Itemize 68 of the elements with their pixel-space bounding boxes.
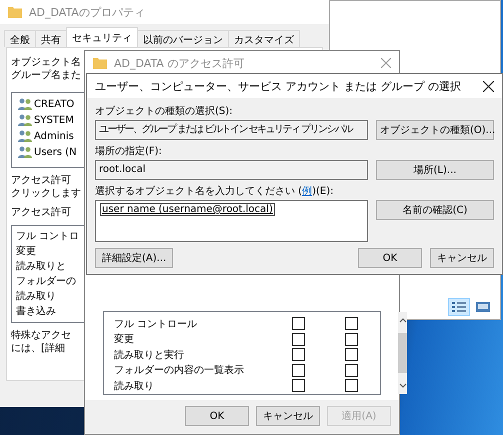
permission-name: 読み取りと実行 [114, 348, 185, 362]
permission-name: 変更 [114, 332, 135, 346]
deny-checkbox[interactable] [345, 332, 358, 346]
tab[interactable]: セキュリティ [66, 27, 138, 47]
deny-checkbox[interactable] [345, 348, 358, 362]
principal-name[interactable]: SYSTEM [34, 114, 74, 126]
allow-checkbox[interactable] [292, 348, 305, 362]
allow-checkbox[interactable] [292, 364, 305, 377]
field-label: 選択するオブジェクト名を入力してください (例)(E): [95, 184, 334, 198]
scroll-up-icon[interactable] [398, 317, 406, 323]
window-title: AD_DATA のアクセス許可 [114, 56, 244, 70]
deny-checkbox[interactable] [345, 317, 358, 330]
permission-name: フル コントロール [114, 318, 198, 331]
description-text: オブジェクト名 [11, 56, 81, 69]
user-group-icon [18, 98, 32, 110]
permission-name: フォルダーの [16, 275, 76, 289]
cancel-button[interactable]: キャンセル [430, 248, 494, 268]
permission-name: フル コントロ [16, 230, 80, 244]
footer-text: には、[詳細 [11, 342, 65, 355]
permissions-label: アクセス許可 [11, 206, 71, 219]
scrollbar[interactable] [398, 312, 407, 394]
example-link[interactable]: 例 [302, 186, 312, 197]
location-field: root.local [95, 160, 368, 180]
description-text: グループ名また [11, 69, 81, 82]
permission-name: 読み取り [114, 380, 155, 393]
permission-name: フォルダーの内容の一覧表示 [114, 364, 245, 378]
object-types-button[interactable]: オブジェクトの種類(O)... [376, 120, 494, 140]
hint-text: クリックします [11, 187, 81, 200]
hint-text: アクセス許可 [11, 174, 71, 187]
allow-checkbox[interactable] [292, 332, 305, 346]
principal-name[interactable]: CREATO [34, 98, 74, 110]
allow-checkbox[interactable] [292, 379, 305, 392]
user-group-icon [18, 114, 32, 126]
object-types-field: ユーザー、グループ または ビルトイン セキュリティ プリンシパル [95, 120, 368, 140]
tab[interactable]: カスタマイズ [228, 30, 300, 47]
check-names-button[interactable]: 名前の確認(C) [376, 200, 494, 220]
field-label: オブジェクトの種類の選択(S): [95, 104, 233, 118]
user-group-icon [18, 146, 32, 158]
dialog-button[interactable]: キャンセル [256, 406, 320, 426]
user-group-icon [18, 130, 32, 142]
advanced-button[interactable]: 詳細設定(A)... [95, 248, 174, 268]
dialog-title: ユーザー、コンピューター、サービス アカウント または グループ の選択 [95, 78, 461, 94]
deny-checkbox[interactable] [345, 364, 358, 377]
folder-icon [93, 57, 107, 69]
permission-name: 読み取りと [16, 260, 66, 274]
permission-name: 変更 [16, 244, 36, 259]
tab[interactable]: 以前のバージョン [137, 30, 229, 47]
deny-checkbox[interactable] [345, 379, 358, 392]
object-names-input[interactable]: user name (username@root.local) [95, 200, 368, 242]
thumbnail-view-icon [475, 301, 491, 313]
dialog-button[interactable]: OK [185, 406, 249, 426]
folder-icon [8, 6, 22, 18]
principal-name[interactable]: Adminis [34, 130, 74, 142]
view-button[interactable] [448, 298, 470, 316]
tab[interactable]: 共有 [35, 30, 67, 47]
window-title: AD_DATAのプロパティ [29, 4, 145, 20]
permission-name: 書き込み [16, 304, 56, 319]
details-view-icon [451, 301, 467, 313]
close-icon[interactable] [483, 80, 494, 92]
principal-name[interactable]: Users (N [34, 146, 77, 158]
ok-button[interactable]: OK [358, 248, 422, 268]
field-label: 場所の指定(F): [95, 144, 162, 158]
tab[interactable]: 全般 [4, 30, 36, 47]
locations-button[interactable]: 場所(L)... [376, 160, 494, 180]
allow-checkbox[interactable] [292, 317, 305, 330]
permission-name: 読み取り [16, 290, 56, 304]
footer-text: 特殊なアクセ [11, 329, 71, 342]
scroll-down-icon[interactable] [398, 383, 406, 389]
